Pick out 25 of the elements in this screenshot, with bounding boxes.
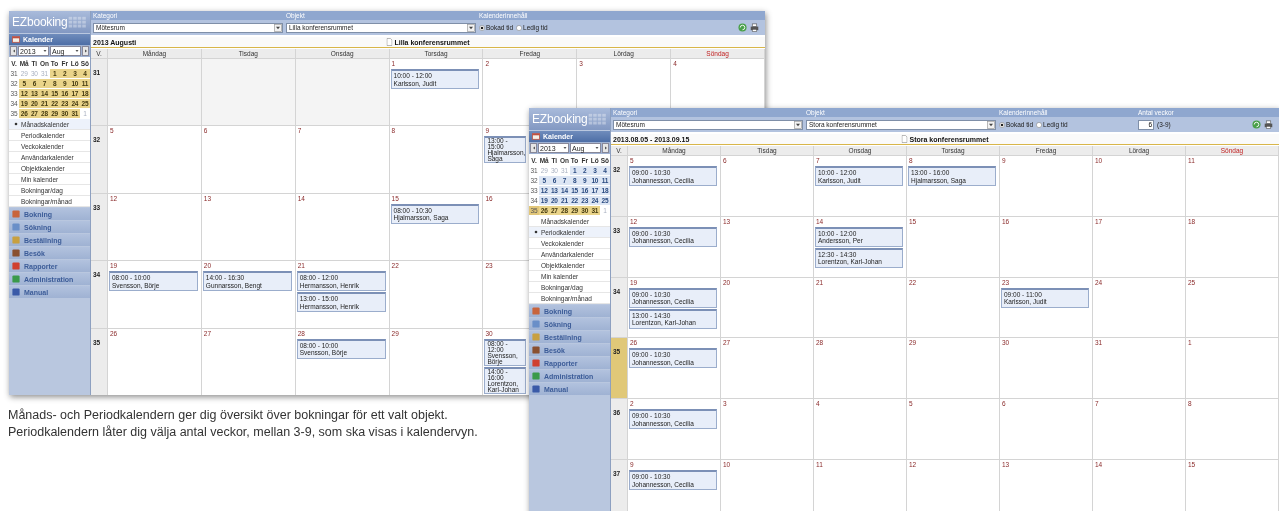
calendar-icon (532, 133, 540, 140)
refresh-icon[interactable] (738, 23, 747, 32)
next-button[interactable] (82, 46, 89, 56)
print-icon[interactable] (750, 23, 759, 32)
refresh-icon[interactable] (1252, 120, 1261, 129)
calendar-icon (12, 36, 20, 43)
caret-icon (43, 49, 47, 53)
caption-text: Månads- och Periodkalendern ger dig översikt över bokningar för ett valt objekt. Periodkalendern låter dig välja antal veckor, mellan 3-9, som ska visas i kalendervyn. (8, 407, 479, 441)
logo-text: EZbooking (532, 112, 588, 126)
caret-icon (467, 23, 475, 32)
caret-icon (987, 120, 995, 129)
next-button[interactable] (602, 143, 609, 153)
previous-button[interactable] (10, 46, 17, 56)
caret-icon (595, 146, 599, 150)
calendar-grid-icon (587, 112, 607, 126)
caret-icon (794, 120, 802, 129)
caret-icon (274, 23, 282, 32)
logo-text: EZbooking (12, 15, 68, 29)
caret-icon (75, 49, 79, 53)
bullet-icon (14, 122, 18, 126)
bullet-icon (534, 230, 538, 234)
calendar-grid-icon (67, 15, 87, 29)
print-icon[interactable] (1264, 120, 1273, 129)
previous-button[interactable] (530, 143, 537, 153)
caret-icon (563, 146, 567, 150)
